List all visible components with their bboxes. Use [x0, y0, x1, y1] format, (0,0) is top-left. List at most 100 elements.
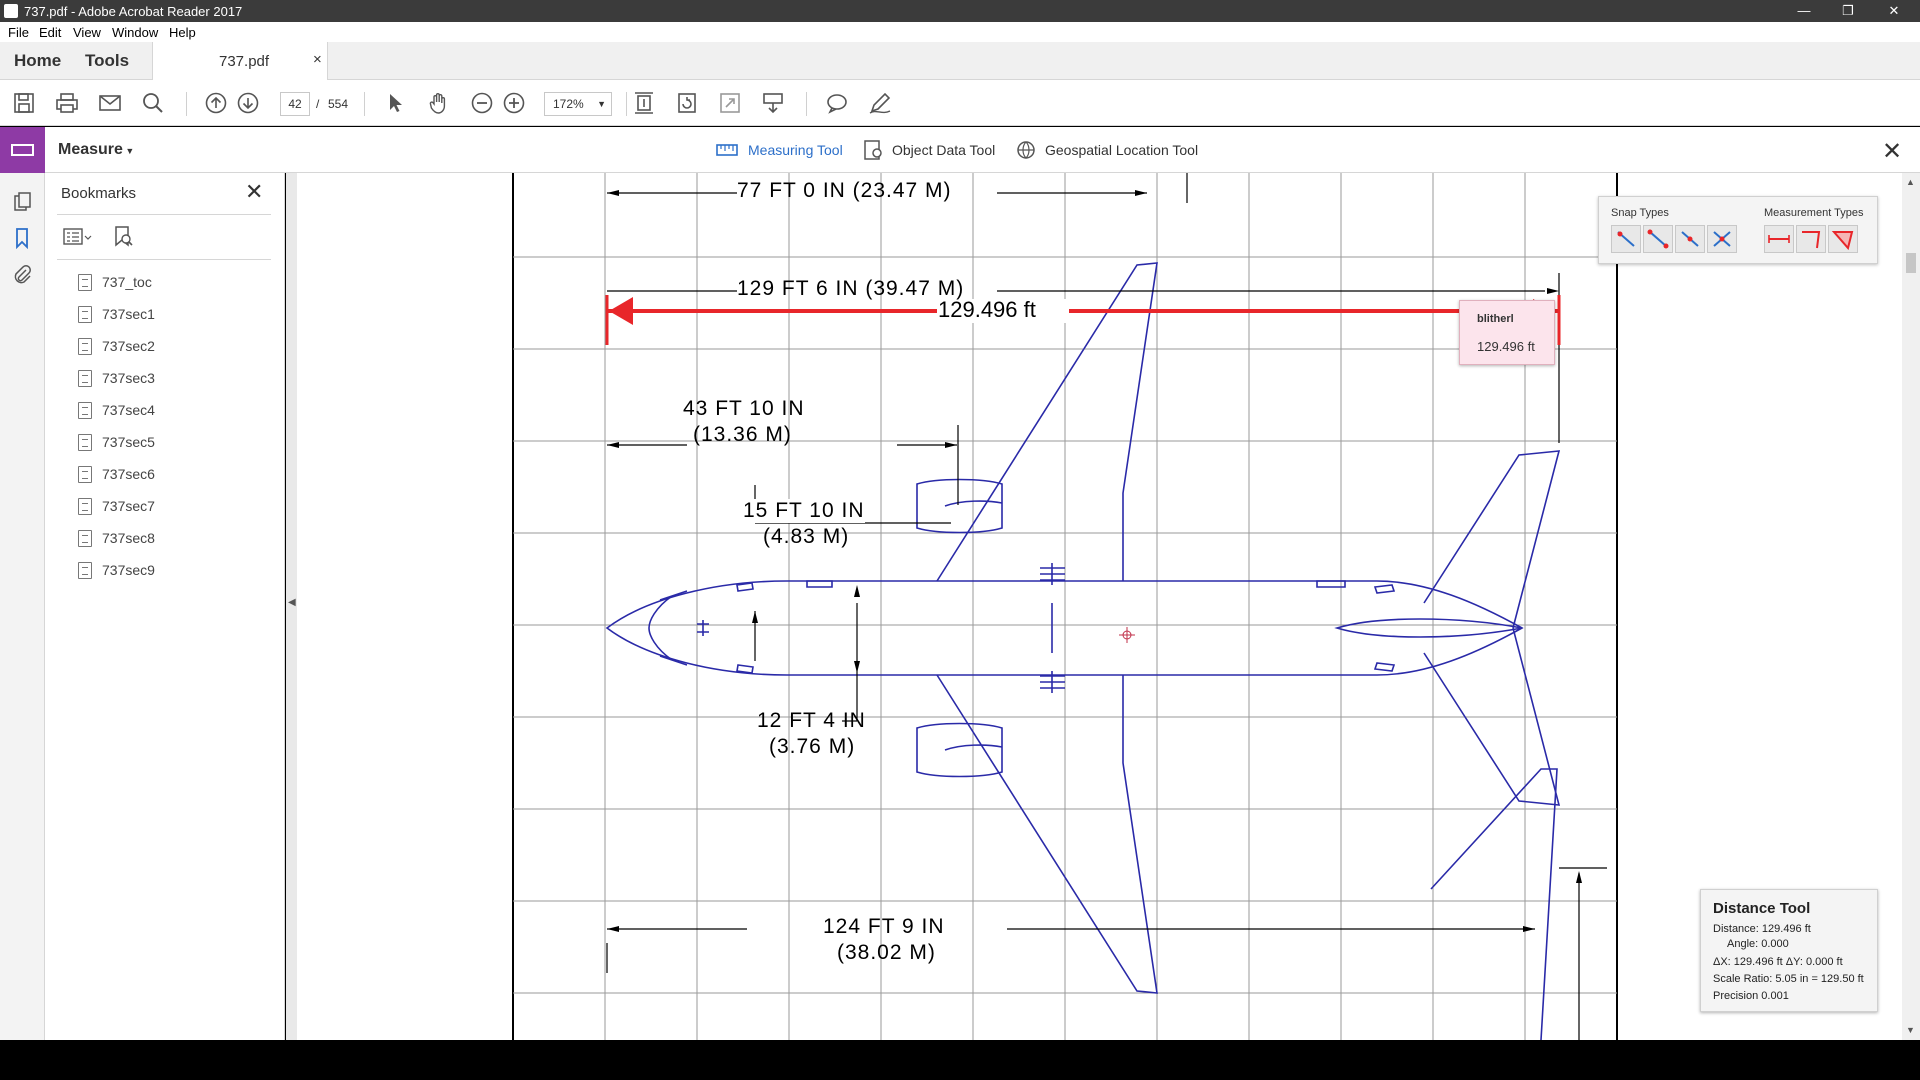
measurement-value-label: 129.496 ft: [938, 297, 1036, 322]
bookmark-icon[interactable]: [11, 227, 33, 249]
snap-endpoint-icon: [1647, 229, 1669, 249]
print-icon[interactable]: [55, 91, 79, 115]
dimension-label-fuselage-m: (3.76 M): [769, 735, 856, 758]
snap-path-icon: [1617, 231, 1635, 247]
scrollbar-thumb[interactable]: [1906, 253, 1916, 273]
fit-page-icon[interactable]: [632, 91, 656, 115]
scroll-up-icon[interactable]: ▲: [1906, 177, 1915, 187]
area-type-button[interactable]: [1828, 225, 1858, 253]
dimension-label-tread-ft: 15 FT 10 IN: [743, 499, 865, 523]
bookmark-page-icon: [78, 530, 92, 547]
select-cursor-icon[interactable]: [384, 91, 408, 115]
note-value: 129.496 ft: [1477, 339, 1535, 354]
object-data-tool-button[interactable]: Object Data Tool: [892, 142, 995, 158]
bookmark-item-label: 737sec6: [102, 466, 155, 482]
next-page-icon[interactable]: [236, 91, 260, 115]
bookmark-page-icon: [78, 370, 92, 387]
page-number-input[interactable]: 42: [280, 92, 310, 116]
scroll-down-icon[interactable]: ▼: [1906, 1025, 1915, 1035]
measuring-ruler-icon: [716, 144, 738, 156]
close-document-tab-button[interactable]: ×: [313, 51, 322, 68]
panel-divider: [57, 259, 271, 260]
restore-button[interactable]: ❐: [1838, 2, 1858, 20]
menu-help[interactable]: Help: [169, 25, 196, 40]
find-bookmark-icon[interactable]: [111, 225, 135, 249]
zoom-out-icon[interactable]: [470, 91, 494, 115]
measurement-note-popup[interactable]: blitherl 129.496 ft: [1459, 300, 1555, 365]
snap-to-midpoints-button[interactable]: [1675, 225, 1705, 253]
bookmark-page-icon: [78, 434, 92, 451]
main-toolbar: 42 / 554 172% ▼: [0, 80, 1920, 126]
menu-file[interactable]: File: [8, 25, 29, 40]
dimension-arrowheads: [607, 190, 1582, 932]
snap-to-intersections-button[interactable]: [1707, 225, 1737, 253]
distance-measurement[interactable]: [605, 295, 1561, 345]
dimension-label-engine-ft: 43 FT 10 IN: [683, 397, 805, 420]
bottom-black-area: [0, 1040, 1920, 1080]
close-window-button[interactable]: ✕: [1884, 2, 1904, 20]
save-icon[interactable]: [12, 91, 36, 115]
zoom-in-icon[interactable]: [502, 91, 526, 115]
bookmark-item-label: 737sec2: [102, 338, 155, 354]
perimeter-type-button[interactable]: [1796, 225, 1826, 253]
geospatial-location-tool-button[interactable]: Geospatial Location Tool: [1045, 142, 1198, 158]
close-measure-icon[interactable]: ✕: [1882, 137, 1902, 166]
document-tab-label: 737.pdf: [219, 53, 270, 70]
dimension-label-bottom-ft: 124 FT 9 IN: [823, 915, 945, 938]
distance-type-icon: [1768, 235, 1790, 243]
chevron-down-icon: ▼: [597, 99, 606, 109]
ruler-icon: [11, 144, 34, 156]
draw-pen-icon[interactable]: [868, 91, 892, 115]
menu-edit[interactable]: Edit: [39, 25, 61, 40]
measure-tool-badge: [0, 127, 45, 173]
snap-types-label: Snap Types: [1611, 207, 1669, 219]
comment-icon[interactable]: [825, 91, 849, 115]
zoom-level-select[interactable]: 172% ▼: [544, 92, 612, 116]
bookmark-page-icon: [78, 562, 92, 579]
acrobat-app-icon: [4, 4, 18, 18]
full-screen-icon[interactable]: [718, 91, 742, 115]
page-total: 554: [328, 97, 349, 111]
distance-tool-panel: Distance Tool Distance: 129.496 ft Angle…: [1700, 889, 1878, 1012]
email-icon[interactable]: [98, 91, 122, 115]
tab-tools[interactable]: Tools: [85, 51, 129, 71]
toolbar-divider: [364, 92, 365, 116]
toolbar-divider: [626, 92, 627, 116]
bookmarks-title: Bookmarks: [61, 185, 137, 202]
dimension-label-bottom-m: (38.02 M): [837, 941, 936, 964]
collapse-pane-handle[interactable]: ◀: [286, 173, 297, 1040]
document-view[interactable]: 77 FT 0 IN (23.47 M) 129 FT 6 IN (39.47 …: [297, 173, 1902, 1040]
bookmark-page-icon: [78, 402, 92, 419]
snap-intersection-icon: [1713, 231, 1731, 247]
toolbar-divider: [806, 92, 807, 116]
menu-window[interactable]: Window: [112, 25, 158, 40]
bookmark-options-icon[interactable]: [63, 227, 93, 247]
hand-tool-icon[interactable]: [427, 91, 451, 115]
tab-home[interactable]: Home: [14, 51, 61, 71]
attachment-icon[interactable]: [11, 263, 33, 285]
snap-to-paths-button[interactable]: [1611, 225, 1641, 253]
distance-readout: Distance: 129.496 ft: [1713, 923, 1811, 935]
search-icon[interactable]: [141, 91, 165, 115]
rotate-view-icon[interactable]: [675, 91, 699, 115]
previous-page-icon[interactable]: [204, 91, 228, 115]
bookmark-item-label: 737sec1: [102, 306, 155, 322]
minimize-button[interactable]: —: [1794, 2, 1814, 20]
snap-to-endpoints-button[interactable]: [1643, 225, 1673, 253]
page-thumbnails-icon[interactable]: [11, 191, 33, 213]
measure-dropdown[interactable]: Measure ▼: [58, 141, 134, 159]
angle-readout: Angle: 0.000: [1727, 938, 1789, 950]
vertical-scrollbar[interactable]: ▲ ▼: [1902, 173, 1920, 1040]
measure-dropdown-label: Measure: [58, 141, 123, 158]
panel-divider: [57, 214, 271, 215]
tab-document[interactable]: 737.pdf ×: [152, 42, 328, 80]
bookmark-page-icon: [78, 338, 92, 355]
scroll-mode-icon[interactable]: [761, 91, 785, 115]
note-author: blitherl: [1477, 313, 1514, 325]
close-bookmarks-icon[interactable]: ✕: [245, 179, 263, 205]
menu-view[interactable]: View: [73, 25, 101, 40]
distance-type-button[interactable]: [1764, 225, 1794, 253]
tab-bar: Home Tools 737.pdf ×: [0, 42, 1920, 80]
measuring-tool-button[interactable]: Measuring Tool: [748, 142, 843, 158]
geospatial-globe-icon: [1017, 141, 1035, 159]
